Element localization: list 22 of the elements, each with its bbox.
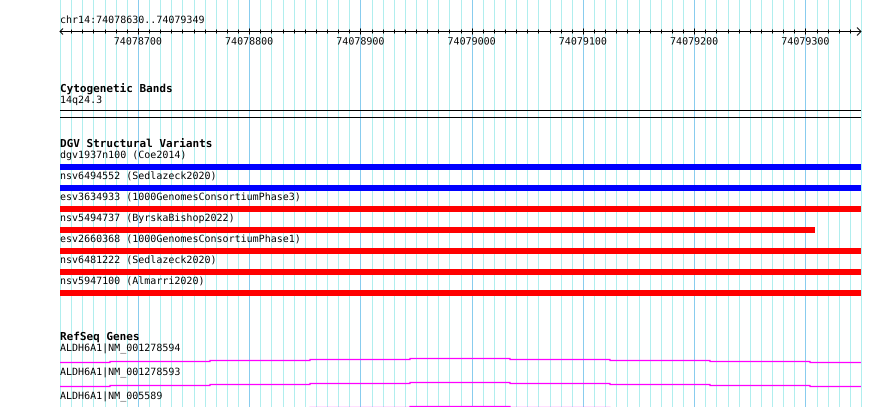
variant-label: nsv5494737 (ByrskaBishop2022)	[60, 213, 235, 225]
ruler-tick-label: 74079000	[448, 36, 496, 48]
variant-label: nsv6481222 (Sedlazeck2020)	[60, 255, 217, 267]
ruler-tick-label: 74079200	[670, 36, 718, 48]
variant-label: esv2660368 (1000GenomesConsortiumPhase1)	[60, 234, 301, 246]
ruler-tick-label: 74079100	[558, 36, 607, 48]
gene-label: ALDH6A1|NM_001278594	[60, 343, 180, 354]
track-title: DGV Structural Variants	[60, 138, 212, 150]
variant-label: nsv6494552 (Sedlazeck2020)	[60, 171, 217, 183]
ruler-tick-label: 74078800	[225, 36, 274, 48]
track-title: RefSeq Genes	[60, 331, 140, 343]
track-title: Cytogenetic Bands	[60, 83, 173, 95]
variant-label: esv3634933 (1000GenomesConsortiumPhase3)	[60, 192, 301, 204]
variant-label: nsv5947100 (Almarri2020)	[60, 276, 204, 288]
ruler-tick-label: 74078900	[336, 36, 384, 48]
region-label: chr14:74078630..74079349	[60, 15, 204, 26]
variant-label: dgv1937n100 (Coe2014)	[60, 150, 186, 162]
ruler-tick-label: 74079300	[781, 36, 830, 48]
ruler-tick-label: 74078700	[114, 36, 162, 48]
gene-label: ALDH6A1|NM_001278593	[60, 367, 180, 378]
gene-label: ALDH6A1|NM_005589	[60, 391, 162, 402]
band-label: 14q24.3	[60, 95, 102, 106]
